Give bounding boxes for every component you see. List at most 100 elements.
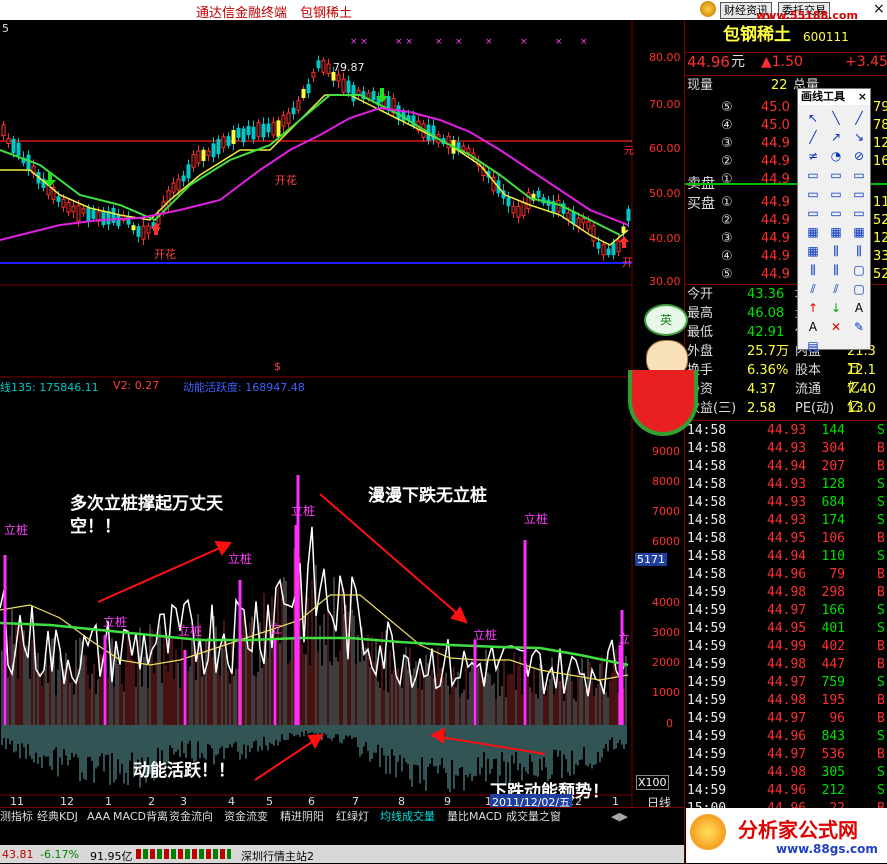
tool-button-icon[interactable]: ▢: [849, 261, 869, 279]
level-price: 44.9: [761, 154, 790, 169]
lizhuang-label: 立桩: [178, 624, 203, 638]
tool-button-icon[interactable]: ↖: [803, 109, 823, 127]
indicator-active: 动能活跃度: 168947.48: [183, 381, 305, 394]
tab-capital-flow[interactable]: 资金流向: [169, 810, 213, 824]
tab-macd-divergence[interactable]: MACD背离: [113, 810, 168, 824]
status-amount: 91.95亿: [90, 850, 133, 863]
tab-yinyang[interactable]: 精进阴阳: [280, 810, 324, 824]
tick-side: B: [877, 531, 885, 546]
tool-button-icon[interactable]: ▦: [803, 242, 823, 260]
candle: [536, 190, 541, 198]
tool-button-icon[interactable]: ▦: [826, 223, 846, 241]
tick-time: 14:59: [687, 639, 727, 654]
volume-badge: 5171: [635, 553, 667, 566]
candle: [606, 248, 611, 256]
tick-volume: 305: [821, 765, 845, 780]
tool-button-icon[interactable]: ▭: [849, 185, 869, 203]
tool-button-icon[interactable]: ↑: [803, 299, 823, 317]
tool-button-icon[interactable]: ↘: [849, 128, 869, 146]
tool-button-icon[interactable]: ╲: [826, 109, 846, 127]
tool-button-icon[interactable]: ▭: [849, 204, 869, 222]
kaihua-label-2: 开花: [275, 174, 297, 187]
level-num: ②: [721, 154, 733, 169]
tab-traffic-light[interactable]: 红绿灯: [336, 810, 369, 824]
tool-button-icon[interactable]: A: [849, 299, 869, 317]
tool-button-icon[interactable]: ▭: [803, 204, 823, 222]
zoom-level[interactable]: X100: [636, 775, 669, 790]
candle: [271, 121, 276, 136]
tick-price: 44.93: [767, 441, 807, 456]
tool-button-icon[interactable]: ▭: [826, 185, 846, 203]
tick-row: 14:58 44.95 106 B: [685, 530, 887, 548]
tool-button-icon[interactable]: ⫼: [826, 242, 846, 260]
tab-kdj[interactable]: 经典KDJ: [37, 810, 78, 824]
tool-button-icon[interactable]: ↗: [826, 128, 846, 146]
candle: [291, 107, 296, 115]
stat-right-label: 股本: [795, 363, 822, 378]
tool-button-icon[interactable]: ▤: [803, 337, 823, 355]
tick-time: 14:58: [687, 567, 727, 582]
tool-button-icon[interactable]: ▭: [826, 166, 846, 184]
candle: [101, 210, 106, 226]
tick-time: 14:59: [687, 783, 727, 798]
tick-side: S: [877, 477, 885, 492]
tick-volume: 207: [821, 459, 845, 474]
tick-price: 44.97: [767, 603, 807, 618]
indicator-bar: 线135: 175846.11 V2: 0.27 动能活跃度: 168947.4…: [0, 379, 632, 394]
tool-button-icon[interactable]: ▭: [803, 185, 823, 203]
tab-capital-change[interactable]: 资金流变: [224, 810, 268, 824]
tool-button-icon[interactable]: ▢: [849, 280, 869, 298]
tool-button-icon[interactable]: ◔: [826, 147, 846, 165]
tab-ma-volume[interactable]: 均线成交量: [380, 810, 435, 824]
tick-price: 44.93: [767, 477, 807, 492]
tool-button-icon[interactable]: ⫽: [826, 280, 846, 298]
site-logo: 分析家公式网 www.88gs.com: [686, 808, 887, 863]
tool-button-icon[interactable]: ↓: [826, 299, 846, 317]
status-server: 深圳行情主站2: [241, 850, 314, 863]
tab-aaa[interactable]: AAA: [87, 810, 110, 824]
tool-button-icon[interactable]: A: [803, 318, 823, 336]
candle: [336, 74, 341, 82]
level-num: ①: [721, 195, 733, 210]
candle: [56, 196, 61, 202]
indicator-line135: 线135: 175846.11: [0, 381, 99, 394]
close-icon[interactable]: ×: [873, 1, 885, 17]
candle: [516, 205, 521, 218]
candle: [181, 175, 186, 182]
level-num: ⑤: [721, 100, 733, 115]
level-num: ②: [721, 213, 733, 228]
tool-button-icon[interactable]: ▦: [849, 223, 869, 241]
price-peak-label: 79.87: [333, 61, 365, 74]
logo-url: www.88gs.com: [776, 842, 878, 856]
drawing-toolbox[interactable]: 画线工具 × ↖ ╲ ╱ ╱ ↗ ↘ ≠ ◔ ⊘ ▭ ▭ ▭ ▭ ▭ ▭ ▭ ▭ ▭ ▦ ▦ ▦ ▦ ⫼ ⫼ ⫼ ⫼ ▢ ⫽ ⫽ ▢ ↑ ↓ A A…: [797, 88, 871, 353]
tab-volume-window[interactable]: 成交量之窗: [506, 810, 561, 824]
toolbox-close-icon[interactable]: ×: [858, 89, 867, 105]
tick-row: 14:59 44.98 305 S: [685, 764, 887, 782]
annotation-text-1: 多次立桩撑起万丈天: [70, 494, 223, 514]
tool-button-icon[interactable]: ⫽: [803, 280, 823, 298]
tab-scroll-icon[interactable]: ◀▶: [611, 810, 628, 824]
tool-button-icon[interactable]: ╱: [849, 109, 869, 127]
tab-ratio-macd[interactable]: 量比MACD: [447, 810, 502, 824]
tool-button-icon[interactable]: ⫼: [849, 242, 869, 260]
price-change-pct: +3.45: [845, 54, 887, 70]
candle: [356, 89, 361, 95]
candle: [571, 211, 576, 225]
main-chart-svg[interactable]: × × × × × × × × × × 5 79.87 开花 开花 开 $: [0, 20, 684, 807]
tool-button-icon[interactable]: ╱: [803, 128, 823, 146]
tool-button-icon[interactable]: ≠: [803, 147, 823, 165]
tool-button-icon[interactable]: ▭: [826, 204, 846, 222]
tool-button-icon[interactable]: ▭: [849, 166, 869, 184]
ma-yellow-line: [0, 94, 629, 246]
candle: [461, 145, 466, 151]
tool-button-icon[interactable]: ⫼: [826, 261, 846, 279]
tool-button-icon[interactable]: ▦: [803, 223, 823, 241]
tab-indicator[interactable]: 测指标: [0, 810, 33, 824]
tool-button-icon[interactable]: ✕: [826, 318, 846, 336]
stat-row: 净资 4.37 流通 7.40亿: [685, 381, 887, 415]
tool-button-icon[interactable]: ▭: [803, 166, 823, 184]
svg-text:×: ×: [580, 37, 588, 47]
tool-button-icon[interactable]: ⫼: [803, 261, 823, 279]
tool-button-icon[interactable]: ✎: [849, 318, 869, 336]
tool-button-icon[interactable]: ⊘: [849, 147, 869, 165]
